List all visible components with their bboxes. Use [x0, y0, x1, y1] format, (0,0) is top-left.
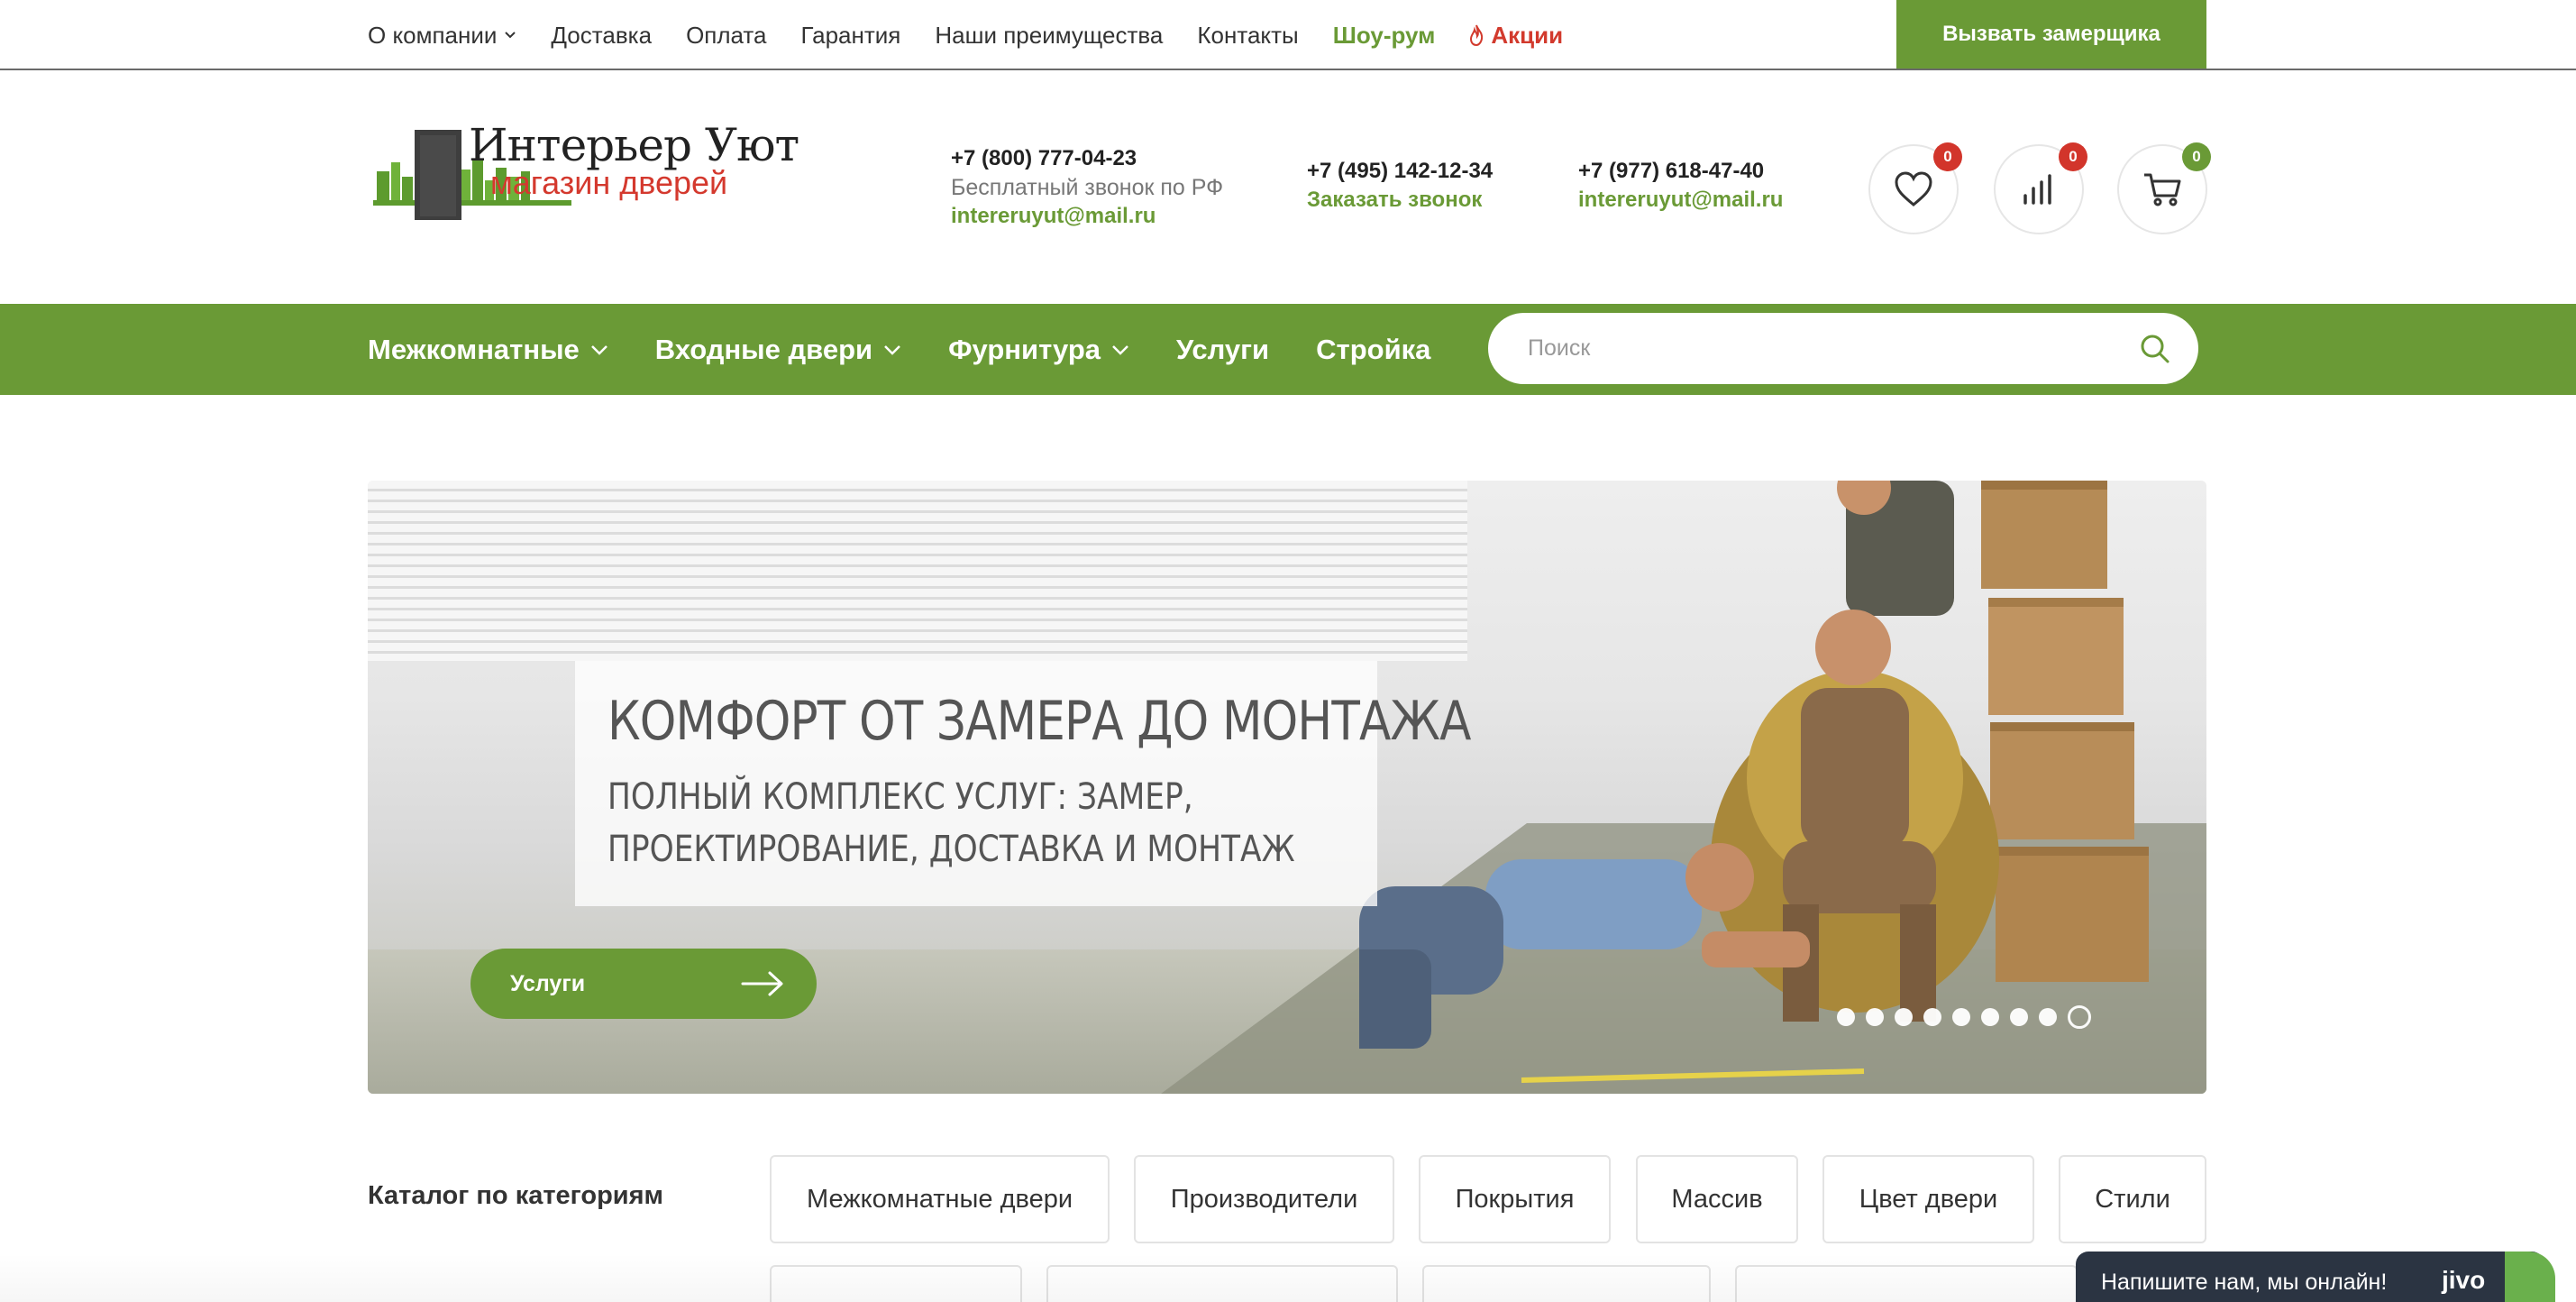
phone-mobile[interactable]: +7 (977) 618-47-40 [1578, 157, 1783, 186]
chevron-down-icon [590, 344, 607, 355]
nav-entrance-label: Входные двери [654, 333, 873, 365]
compare-count-badge: 0 [2059, 142, 2087, 171]
main-phone[interactable]: +7 (800) 777-04-23 [951, 144, 1223, 173]
slider-dot[interactable] [2068, 1005, 2091, 1029]
top-bar: О компании Доставка Оплата Гарантия Наши… [0, 0, 2576, 70]
topnav-item-delivery[interactable]: Доставка [551, 22, 652, 50]
banner-photo-people [1359, 481, 2149, 1083]
favorites-button[interactable]: 0 [1868, 142, 1962, 234]
chip-coatings[interactable]: Покрытия [1419, 1155, 1611, 1243]
hero-banner[interactable]: КОМФОРТ ОТ ЗАМЕРА ДО МОНТАЖА ПОЛНЫЙ КОМП… [368, 481, 2206, 1094]
phone-moscow[interactable]: +7 (495) 142-12-34 [1307, 157, 1493, 186]
topnav-item-showroom[interactable]: Шоу-рум [1333, 22, 1436, 50]
chat-accent [2505, 1252, 2555, 1302]
slider-dot[interactable] [1895, 1008, 1913, 1026]
slider-dot[interactable] [1952, 1008, 1970, 1026]
slider-dots [1837, 1005, 2091, 1029]
search-box [1488, 313, 2198, 384]
topnav-item-warranty[interactable]: Гарантия [801, 22, 901, 50]
email-mobile[interactable]: intereruyut@mail.ru [1578, 186, 1783, 215]
nav-item-hardware[interactable]: Фурнитура [948, 334, 1129, 366]
search-icon[interactable] [2139, 333, 2171, 365]
favorites-count-badge: 0 [1933, 142, 1962, 171]
chat-brand: jivo [2442, 1266, 2486, 1294]
arrow-right-icon [741, 971, 783, 996]
heart-icon [1895, 171, 1932, 206]
nav-item-construction[interactable]: Стройка [1316, 334, 1430, 366]
slider-dot[interactable] [2039, 1008, 2057, 1026]
banner-button-label: Услуги [510, 971, 586, 996]
contact-mobile: +7 (977) 618-47-40 intereruyut@mail.ru [1578, 157, 1783, 215]
topnav-item-payment[interactable]: Оплата [686, 22, 766, 50]
cart-button[interactable]: 0 [2117, 142, 2211, 234]
main-email[interactable]: intereruyut@mail.ru [951, 202, 1223, 231]
cart-icon [2144, 173, 2181, 206]
contact-moscow: +7 (495) 142-12-34 Заказать звонок [1307, 157, 1493, 215]
search-input[interactable] [1528, 329, 2105, 367]
flame-icon [1470, 24, 1484, 46]
chat-widget[interactable]: Напишите нам, мы онлайн! jivo [2076, 1252, 2555, 1302]
cart-count-badge: 0 [2182, 142, 2211, 171]
slider-dot[interactable] [1923, 1008, 1941, 1026]
nav-item-services[interactable]: Услуги [1176, 334, 1269, 366]
top-nav: О компании Доставка Оплата Гарантия Наши… [368, 0, 1563, 70]
slider-dot[interactable] [1866, 1008, 1884, 1026]
chip-styles[interactable]: Стили [2059, 1155, 2206, 1243]
chevron-down-icon [505, 32, 516, 39]
banner-subtitle: ПОЛНЫЙ КОМПЛЕКС УСЛУГ: ЗАМЕР, ПРОЕКТИРОВ… [607, 776, 1295, 870]
slider-dot[interactable] [1981, 1008, 1999, 1026]
topnav-item-contacts[interactable]: Контакты [1197, 22, 1298, 50]
nav-interior-label: Межкомнатные [368, 333, 580, 365]
catalog-label: Каталог по категориям [368, 1181, 663, 1210]
promo-label: Акции [1491, 21, 1564, 49]
topnav-item-advantages[interactable]: Наши преимущества [935, 22, 1163, 50]
slider-dot[interactable] [2010, 1008, 2028, 1026]
bottom-shade [0, 1253, 2076, 1302]
topnav-item-promo[interactable]: Акции [1469, 22, 1563, 50]
nav-item-interior[interactable]: Межкомнатные [368, 334, 608, 366]
chip-solid-wood[interactable]: Массив [1636, 1155, 1798, 1243]
banner-title: КОМФОРТ ОТ ЗАМЕРА ДО МОНТАЖА [607, 690, 1471, 753]
chip-door-color[interactable]: Цвет двери [1822, 1155, 2034, 1243]
bar-chart-icon [2023, 174, 2051, 205]
callback-link[interactable]: Заказать звонок [1307, 186, 1493, 215]
chevron-down-icon [1112, 344, 1128, 355]
chip-interior-doors[interactable]: Межкомнатные двери [770, 1155, 1110, 1243]
call-measurer-button[interactable]: Вызвать замерщика [1896, 0, 2206, 69]
contact-main: +7 (800) 777-04-23 Бесплатный звонок по … [951, 144, 1223, 231]
logo-subtitle: магазин дверей [490, 164, 728, 201]
slider-dot[interactable] [1837, 1008, 1855, 1026]
chat-text: Напишите нам, мы онлайн! [2101, 1270, 2388, 1295]
logo[interactable]: Интерьер Уют магазин дверей [368, 117, 799, 225]
topnav-item-about[interactable]: О компании [368, 22, 516, 50]
nav-hardware-label: Фурнитура [948, 333, 1101, 365]
chevron-down-icon [884, 344, 900, 355]
compare-button[interactable]: 0 [1994, 142, 2087, 234]
nav-item-entrance[interactable]: Входные двери [655, 334, 901, 366]
banner-services-button[interactable]: Услуги [470, 949, 817, 1019]
chip-manufacturers[interactable]: Производители [1134, 1155, 1394, 1243]
banner-blinds [368, 481, 1467, 661]
topnav-about-label: О компании [368, 21, 498, 49]
free-call-note: Бесплатный звонок по РФ [951, 175, 1224, 200]
